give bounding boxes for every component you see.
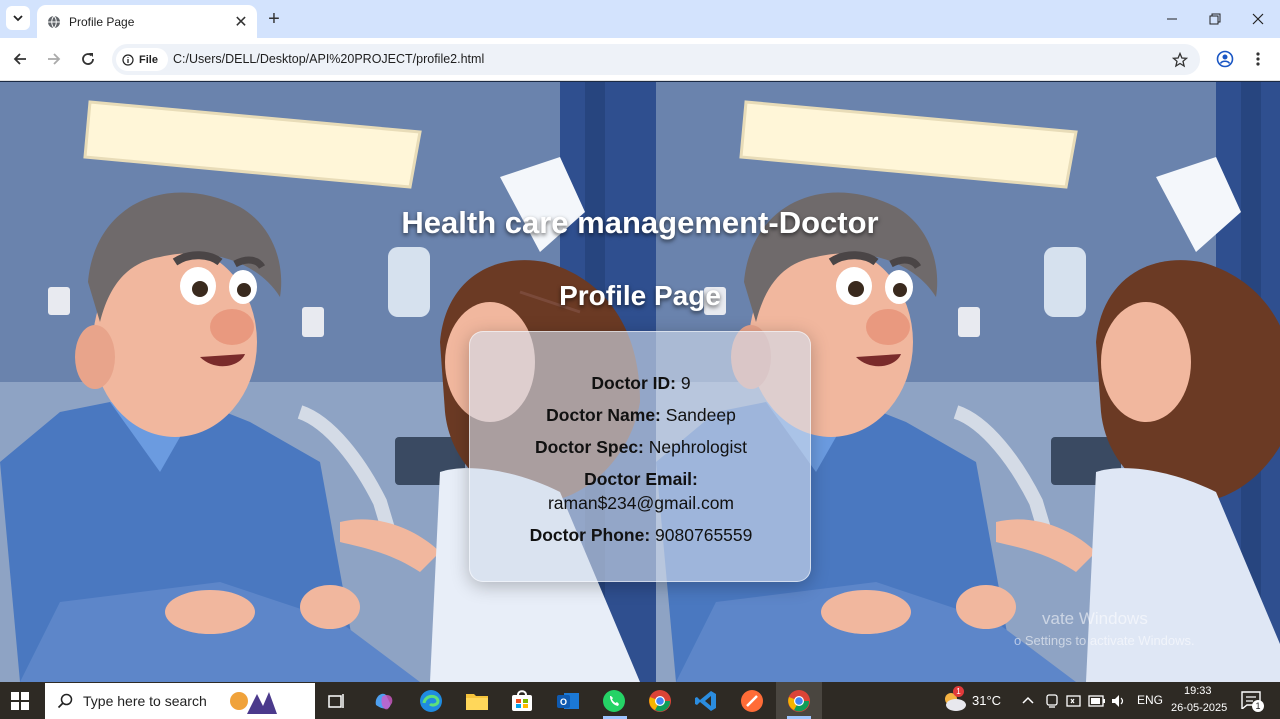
site-info-label: File: [139, 53, 158, 66]
close-window-button[interactable]: [1236, 0, 1280, 38]
restore-button[interactable]: [1193, 0, 1237, 38]
bookmark-button[interactable]: [1170, 50, 1190, 70]
forward-button[interactable]: [42, 47, 66, 71]
browser-tab[interactable]: Profile Page ✕: [37, 5, 257, 38]
doctor-id-row: Doctor ID: 9: [470, 371, 812, 396]
tab-title: Profile Page: [69, 14, 135, 29]
doctor-phone-row: Doctor Phone: 9080765559: [470, 523, 812, 548]
taskbar-file-explorer[interactable]: [463, 687, 491, 715]
reload-button[interactable]: [76, 47, 100, 71]
taskbar-postman[interactable]: [738, 687, 766, 715]
taskbar-chrome-active[interactable]: [785, 687, 813, 715]
minimize-icon: [1167, 18, 1177, 20]
profile-button[interactable]: [1213, 47, 1237, 71]
info-icon: [122, 53, 134, 66]
doctor-email-label: Doctor Email:: [584, 469, 698, 489]
doctor-name-row: Doctor Name: Sandeep: [470, 403, 812, 428]
taskbar-edge[interactable]: [417, 687, 445, 715]
minimize-button[interactable]: [1150, 0, 1194, 38]
back-button[interactable]: [8, 47, 32, 71]
doctor-phone-value: 9080765559: [655, 525, 753, 545]
browser-menu-button[interactable]: [1248, 47, 1268, 71]
page-viewport: Health care management-Doctor Profile Pa…: [0, 82, 1280, 682]
start-button[interactable]: [10, 691, 30, 716]
tab-search-button[interactable]: [6, 6, 30, 30]
activation-watermark-title: vate Windows: [1042, 609, 1148, 628]
edge-icon: [420, 690, 442, 712]
store-icon: [512, 690, 532, 711]
battery-icon[interactable]: [1088, 694, 1106, 708]
more-vertical-icon: [1256, 52, 1260, 66]
whatsapp-icon: [603, 690, 625, 712]
taskbar-whatsapp[interactable]: [600, 687, 628, 715]
weather-badge: 1: [953, 686, 964, 697]
chevron-up-icon[interactable]: [1022, 695, 1034, 705]
clock-date[interactable]: 26-05-2025: [1171, 702, 1227, 714]
page-title: Health care management-Doctor: [401, 205, 879, 240]
vscode-icon: [695, 691, 716, 711]
doctor-email-label-row: Doctor Email:: [470, 467, 812, 492]
clock-time[interactable]: 19:33: [1184, 685, 1212, 697]
doctor-spec-row: Doctor Spec: Nephrologist: [470, 435, 812, 460]
browser-toolbar: File C:/Users/DELL/Desktop/API%20PROJECT…: [0, 38, 1280, 81]
account-icon: [1216, 50, 1234, 68]
taskbar-store[interactable]: [508, 687, 536, 715]
taskbar-copilot[interactable]: [370, 687, 398, 715]
doctor-name-label: Doctor Name:: [546, 405, 661, 425]
doctor-id-value: 9: [680, 373, 691, 393]
doctor-email-value-row: raman$234@gmail.com: [470, 491, 812, 516]
notification-count-badge: 1: [1252, 700, 1264, 712]
arrow-right-icon: [48, 53, 61, 65]
doctor-phone-label: Doctor Phone:: [529, 525, 651, 545]
tab-strip: Profile Page ✕ +: [0, 0, 1280, 38]
chevron-down-icon: [13, 15, 23, 22]
search-placeholder: Type here to search: [83, 693, 207, 709]
doctor-spec-value: Nephrologist: [648, 437, 748, 457]
windows-taskbar: Type here to search O 1 31°C ENG 19:33 2…: [0, 682, 1280, 719]
new-tab-button[interactable]: +: [263, 8, 285, 30]
search-highlight-icon: [229, 692, 277, 714]
activation-watermark-text: o Settings to activate Windows.: [1014, 633, 1195, 648]
volume-icon[interactable]: [1110, 693, 1126, 709]
restore-icon: [1209, 13, 1221, 25]
outlook-icon: O: [557, 693, 579, 709]
page-subtitle: Profile Page: [559, 280, 721, 311]
url-text[interactable]: C:/Users/DELL/Desktop/API%20PROJECT/prof…: [173, 52, 484, 66]
close-icon: [1252, 13, 1264, 25]
globe-icon: [48, 15, 60, 28]
doctor-id-label: Doctor ID:: [591, 373, 676, 393]
taskbar-vscode[interactable]: [692, 687, 720, 715]
chrome-icon: [649, 690, 671, 712]
doctor-name-value: Sandeep: [665, 405, 736, 425]
task-view-button[interactable]: [323, 687, 351, 715]
folder-icon: [466, 694, 488, 710]
copilot-icon: [375, 693, 393, 710]
taskbar-chrome[interactable]: [646, 687, 674, 715]
taskbar-search-box[interactable]: Type here to search: [45, 683, 315, 719]
postman-icon: [741, 690, 763, 712]
close-tab-icon[interactable]: ✕: [231, 12, 251, 32]
taskbar-outlook[interactable]: O: [554, 687, 582, 715]
task-view-icon: [328, 694, 344, 708]
search-icon: [57, 693, 73, 709]
battery-plugged-icon[interactable]: [1066, 693, 1082, 709]
arrow-left-icon: [13, 53, 26, 65]
doctor-profile-card: Doctor ID: 9 Doctor Name: Sandeep Doctor…: [469, 331, 811, 582]
doctor-spec-label: Doctor Spec:: [534, 437, 644, 457]
chrome-icon: [788, 690, 810, 712]
meet-now-icon[interactable]: [1044, 693, 1060, 709]
windows-logo-icon: [11, 692, 29, 710]
language-indicator[interactable]: ENG: [1137, 693, 1163, 707]
svg-text:O: O: [560, 697, 567, 707]
site-info-chip[interactable]: File: [116, 48, 168, 71]
doctor-email-value: raman$234@gmail.com: [547, 493, 735, 513]
reload-icon: [82, 53, 94, 65]
address-bar[interactable]: File C:/Users/DELL/Desktop/API%20PROJECT…: [112, 44, 1200, 75]
star-icon: [1172, 52, 1188, 68]
weather-temperature[interactable]: 31°C: [972, 693, 1001, 708]
